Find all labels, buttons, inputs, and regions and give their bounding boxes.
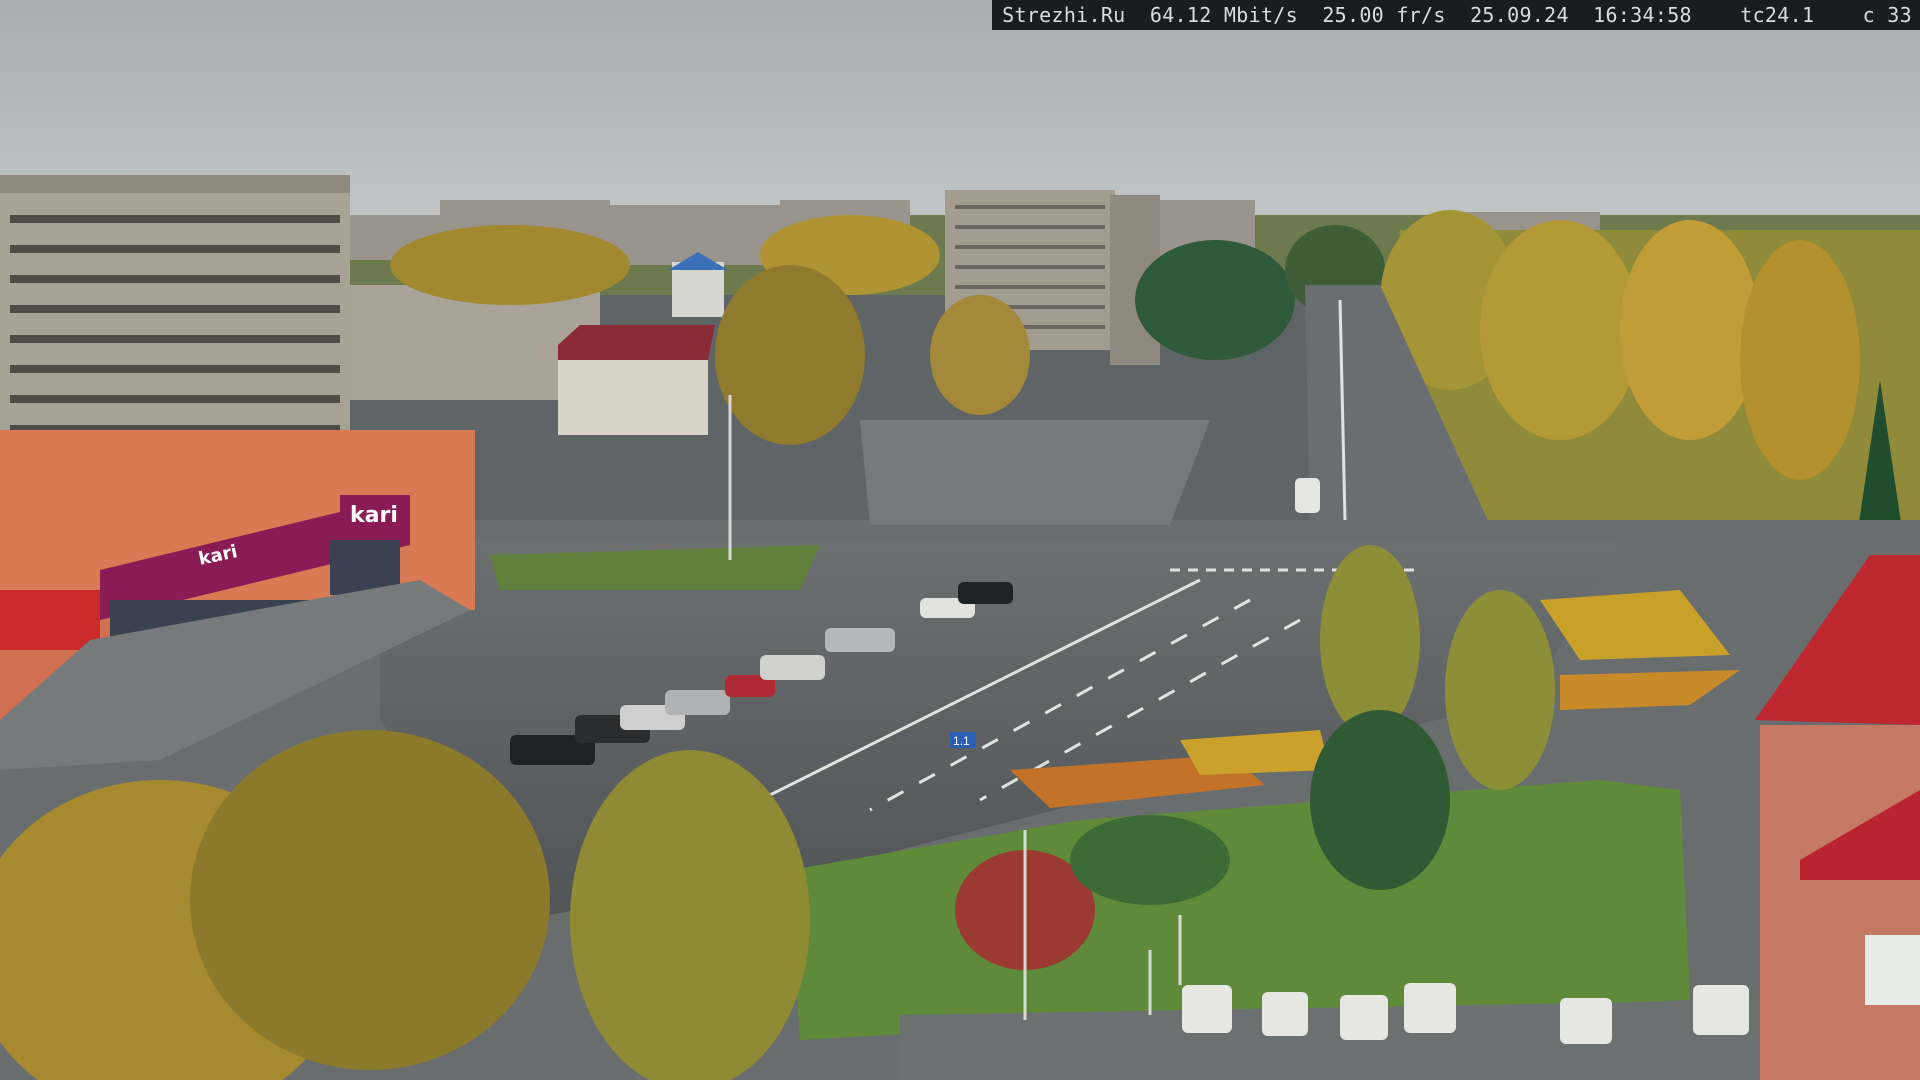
store-sign-kari-main: kari [350, 503, 398, 528]
red-roof-house-roof [558, 325, 715, 360]
overlay-bitrate: 64.12 Mbit/s [1149, 3, 1298, 27]
webcam-scene: kari kari 1.1 [0, 0, 1920, 1080]
blue-roof-tower [672, 262, 724, 317]
overlay-site: Strezhi.Ru [1002, 3, 1126, 27]
overlay-time: 16:34:58 [1593, 3, 1692, 27]
upper-plaza [860, 420, 1210, 525]
overlay-framerate: 25.00 fr/s [1322, 3, 1446, 27]
overlay-counter: c 33 [1862, 3, 1912, 27]
camera-info-overlay: Strezhi.Ru 64.12 Mbit/s 25.00 fr/s 25.09… [992, 0, 1920, 30]
road-sign-label: 1.1 [953, 734, 970, 748]
overlay-date: 25.09.24 [1470, 3, 1569, 27]
overlay-camera: tc24.1 [1740, 3, 1815, 27]
